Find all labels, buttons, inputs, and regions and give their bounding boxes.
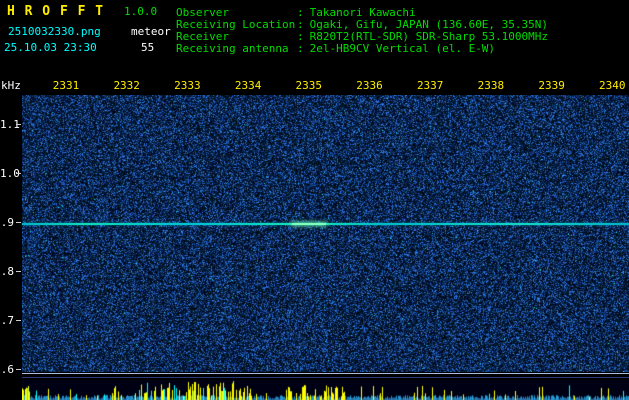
time-tick-label: 2337 — [416, 79, 444, 92]
app-title: H R O F F T — [7, 4, 105, 19]
strip-top-line — [22, 377, 629, 378]
freq-tick-label: .8 — [0, 265, 14, 278]
meteor-echo-highlight — [292, 223, 326, 225]
freq-tick-label: .6 — [0, 363, 14, 376]
freq-tick-mark — [16, 222, 21, 223]
time-tick-label: 2333 — [174, 79, 201, 92]
time-axis: 2331 2332 2333 2334 2335 2336 2337 2338 2339 2340 — [0, 80, 629, 92]
freq-tick-mark — [16, 369, 21, 370]
carrier-signal-trace — [22, 223, 629, 225]
field-value: 2el-HB9CV Vertical (el. E-W) — [309, 42, 496, 55]
freq-tick-mark — [16, 173, 21, 174]
time-tick-label: 2338 — [477, 79, 505, 92]
app-version: 1.0.0 — [124, 5, 158, 18]
echo-count: 55 — [141, 41, 155, 54]
spectrogram-baseline — [22, 373, 629, 374]
signal-level-canvas — [22, 380, 629, 400]
field-separator: : — [297, 42, 304, 55]
hrofft-screen: H R O F F T 1.0.0 2510032330.png meteor … — [0, 0, 629, 400]
time-tick-label: 2334 — [234, 79, 262, 92]
time-tick-label: 2339 — [538, 79, 565, 92]
observation-timestamp: 25.10.03 23:30 — [4, 41, 97, 54]
freq-tick-mark — [16, 320, 21, 321]
observation-field: Receiving antenna:2el-HB9CV Vertical (el… — [176, 43, 548, 55]
freq-tick-label: .7 — [0, 314, 14, 327]
mode-label: meteor — [131, 25, 171, 38]
observation-info: Observer: Takanori Kawachi Receiving Locat… — [176, 7, 548, 55]
freq-tick-label: .9 — [0, 216, 14, 229]
time-tick-label: 2335 — [295, 79, 323, 92]
freq-tick-mark — [16, 124, 21, 125]
output-filename: 2510032330.png — [8, 25, 101, 38]
spectrogram-canvas — [22, 95, 629, 372]
time-tick-label: 2331 — [52, 79, 80, 92]
time-tick-label: 2336 — [356, 79, 383, 92]
freq-tick-label: 1.0 — [0, 167, 20, 180]
freq-tick-label: 1.1 — [0, 118, 20, 131]
freq-tick-mark — [16, 271, 21, 272]
time-tick-label: 2340 — [599, 79, 626, 92]
field-label: Receiving antenna — [176, 42, 289, 55]
time-tick-label: 2332 — [113, 79, 140, 92]
